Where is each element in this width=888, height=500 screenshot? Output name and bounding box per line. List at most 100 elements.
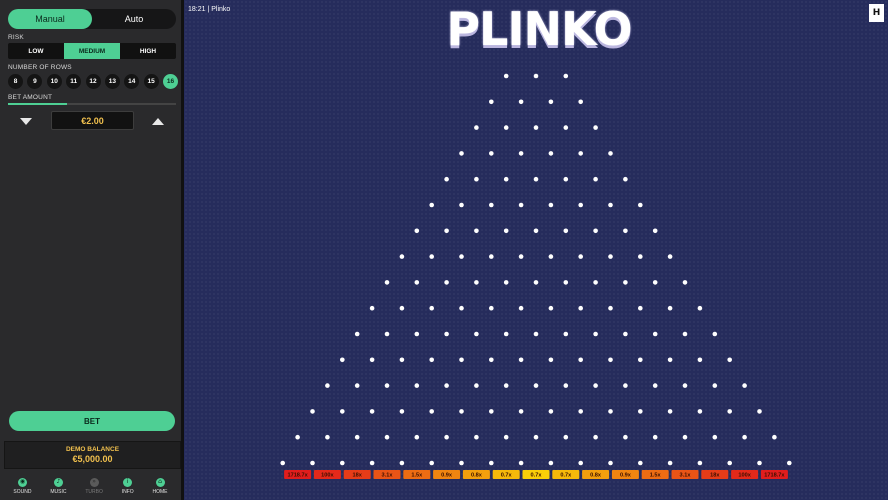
- peg: [667, 254, 673, 259]
- bet-amount-label: BET AMOUNT: [8, 94, 53, 101]
- peg: [682, 434, 688, 440]
- increase-bet-button[interactable]: [150, 115, 166, 127]
- multiplier-slot: 0.7x: [522, 470, 550, 479]
- peg: [429, 202, 434, 208]
- peg: [340, 460, 345, 466]
- peg: [503, 176, 509, 182]
- peg: [399, 254, 405, 259]
- sound-label: SOUND: [13, 488, 32, 495]
- multiplier-label: 0.9x: [441, 473, 453, 479]
- arrow-down-icon: [20, 117, 32, 125]
- home-label: HOME: [152, 488, 168, 495]
- multiplier-slot: 3.1x: [373, 470, 401, 479]
- peg: [444, 280, 449, 285]
- multiplier-label: 1718.7x: [287, 473, 308, 479]
- peg: [280, 460, 285, 466]
- rows-option-16[interactable]: 16: [163, 74, 178, 89]
- risk-high-button[interactable]: HIGH: [120, 43, 176, 59]
- risk-label: RISK: [8, 34, 24, 41]
- peg: [652, 331, 658, 337]
- peg: [489, 357, 494, 363]
- peg: [548, 151, 554, 156]
- peg: [563, 228, 569, 234]
- peg: [563, 331, 569, 337]
- peg: [593, 228, 598, 234]
- peg: [667, 305, 673, 311]
- rows-option-14[interactable]: 14: [124, 74, 140, 89]
- peg: [414, 228, 420, 234]
- multiplier-slot: 1.5x: [403, 470, 431, 479]
- peg: [533, 331, 539, 337]
- peg: [563, 280, 569, 285]
- multiplier-label: 0.7x: [560, 473, 572, 479]
- risk-low-button[interactable]: LOW: [8, 43, 64, 59]
- peg: [444, 434, 449, 440]
- peg: [578, 151, 583, 156]
- rows-label: NUMBER OF ROWS: [8, 64, 72, 71]
- multiplier-slot: 100x: [313, 470, 341, 479]
- rows-option-8[interactable]: 8: [8, 74, 23, 89]
- peg: [548, 202, 554, 208]
- peg: [503, 228, 509, 234]
- mode-manual-button[interactable]: Manual: [8, 9, 92, 29]
- peg: [429, 460, 434, 466]
- peg: [489, 202, 494, 208]
- peg: [563, 383, 569, 388]
- peg: [563, 73, 569, 79]
- music-button[interactable]: ♪ MUSIC: [50, 477, 66, 495]
- rows-option-13[interactable]: 13: [104, 74, 120, 89]
- info-button[interactable]: i INFO: [122, 477, 134, 495]
- peg: [459, 357, 464, 363]
- peg: [489, 151, 494, 156]
- turbo-icon: »: [89, 477, 99, 487]
- bet-amount-slider-fill: [8, 103, 67, 105]
- peg: [518, 151, 524, 156]
- peg: [340, 409, 345, 414]
- multiplier-slot: 0.7x: [552, 470, 580, 479]
- peg: [399, 305, 405, 311]
- peg: [638, 202, 643, 208]
- peg: [414, 331, 420, 337]
- peg: [593, 280, 598, 285]
- multiplier-slot: 18x: [343, 470, 371, 479]
- multiplier-label: 1.5x: [411, 473, 423, 479]
- peg: [474, 383, 479, 388]
- peg: [563, 176, 569, 182]
- peg: [384, 383, 390, 388]
- decrease-bet-button[interactable]: [18, 115, 34, 127]
- peg: [474, 125, 479, 130]
- music-icon: ♪: [53, 477, 63, 487]
- peg: [340, 357, 345, 363]
- rows-option-15[interactable]: 15: [143, 74, 159, 89]
- bet-button[interactable]: BET: [9, 411, 175, 431]
- sound-button[interactable]: ◉ SOUND: [13, 477, 32, 495]
- turbo-button[interactable]: » TURBO: [85, 477, 103, 495]
- peg: [399, 409, 405, 414]
- bet-stepper: €2.00: [8, 110, 176, 132]
- peg: [608, 202, 613, 208]
- rows-option-10[interactable]: 10: [46, 74, 62, 89]
- mode-auto-button[interactable]: Auto: [92, 9, 176, 29]
- demo-balance: DEMO BALANCE €5,000.00: [4, 441, 181, 469]
- peg: [548, 357, 554, 363]
- rows-option-9[interactable]: 9: [27, 74, 43, 89]
- risk-medium-button[interactable]: MEDIUM: [64, 43, 120, 59]
- peg: [608, 305, 613, 311]
- multiplier-label: 0.8x: [590, 473, 602, 479]
- peg: [489, 305, 494, 311]
- bet-amount-slider[interactable]: [8, 103, 176, 105]
- rows-option-11[interactable]: 11: [66, 74, 82, 89]
- peg: [667, 409, 673, 414]
- home-button[interactable]: ⌂ HOME: [152, 477, 168, 495]
- peg: [697, 357, 703, 363]
- peg: [369, 305, 375, 311]
- arrow-up-icon: [152, 117, 164, 125]
- peg: [503, 434, 509, 440]
- peg: [518, 254, 524, 259]
- control-panel: Manual Auto RISK LOW MEDIUM HIGH NUMBER …: [0, 0, 184, 500]
- bet-amount-input[interactable]: €2.00: [51, 111, 134, 130]
- peg: [727, 460, 732, 466]
- rows-option-12[interactable]: 12: [85, 74, 101, 89]
- peg: [369, 357, 375, 363]
- rows-selector: 8 9 10 11 12 13 14 15 16: [8, 74, 178, 89]
